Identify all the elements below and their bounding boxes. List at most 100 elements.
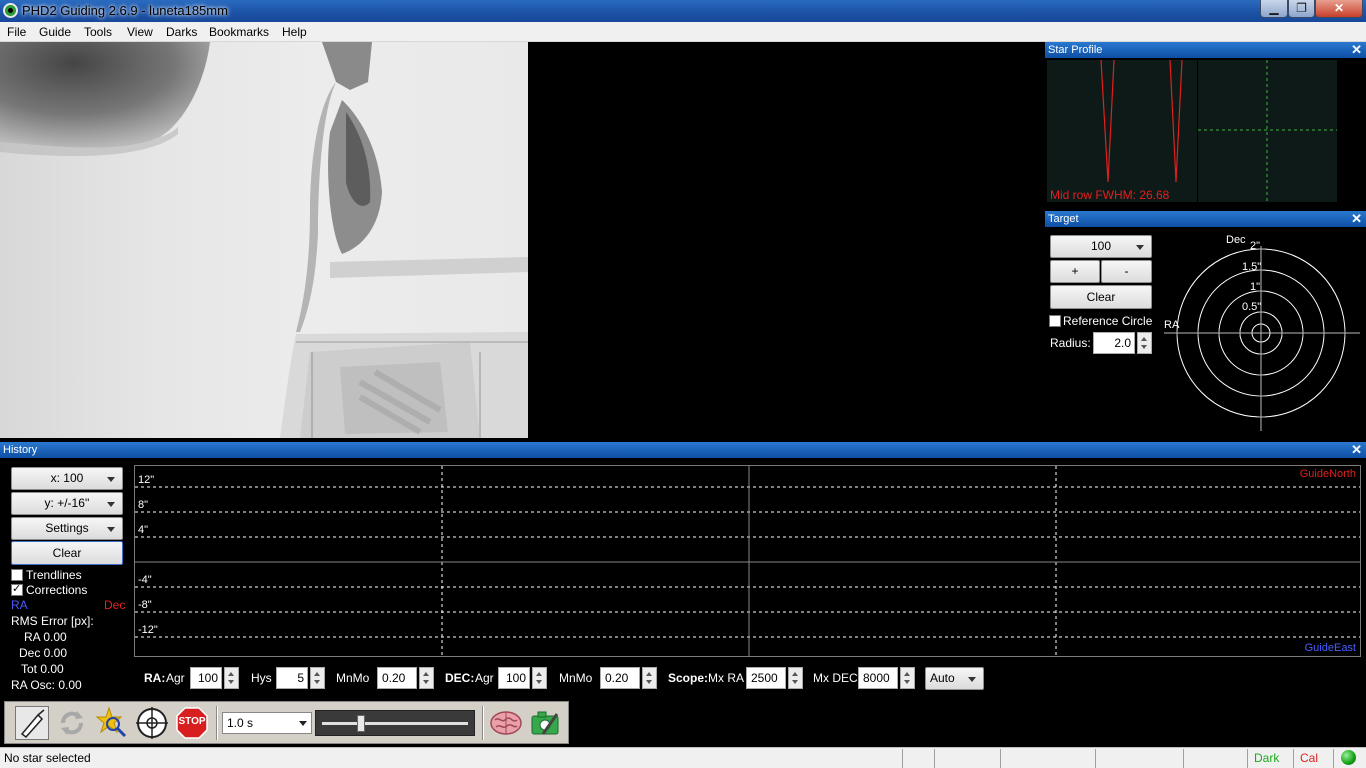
star-profile-graph: Mid row FWHM: 26.68 (1047, 59, 1197, 202)
history-y-value: y: +/-16'' (44, 496, 90, 510)
dec-mnmo-input[interactable]: 0.20 (600, 667, 640, 689)
status-separator (1183, 749, 1184, 768)
history-settings-dropdown[interactable]: Settings (11, 517, 123, 540)
cal-status: Cal (1300, 751, 1319, 765)
dec-param-label: DEC: (445, 671, 475, 685)
ra-hys-spinner[interactable] (310, 667, 325, 689)
history-settings-label: Settings (45, 521, 89, 535)
loop-exposure-button[interactable] (55, 706, 89, 740)
radius-input[interactable]: 2.0 (1093, 332, 1135, 354)
menu-tools[interactable]: Tools (84, 25, 112, 39)
close-icon[interactable]: ✕ (1351, 211, 1362, 227)
y-label-neg12: -12" (138, 624, 158, 636)
dec-agr-input[interactable]: 100 (498, 667, 530, 689)
star-profile-header: Star Profile ✕ (1045, 42, 1366, 58)
dec-agr-label: Agr (475, 671, 494, 685)
app-logo-icon (3, 3, 18, 18)
menu-darks[interactable]: Darks (166, 25, 197, 39)
ra-param-label: RA: (144, 671, 166, 685)
target-zoom-out-button[interactable]: - (1101, 260, 1152, 283)
ra-mnmo-label: MnMo (336, 671, 370, 685)
star-profile-curve (1100, 59, 1183, 183)
y-label-8: 8" (138, 499, 149, 511)
rms-error-title: RMS Error [px]: (11, 614, 94, 628)
toolbar-separator (216, 706, 218, 740)
close-icon[interactable]: ✕ (1351, 42, 1362, 58)
reference-circle-checkbox[interactable] (1049, 315, 1061, 327)
mxdec-input[interactable]: 8000 (858, 667, 898, 689)
camera-frame (0, 42, 528, 438)
mxra-input[interactable]: 2500 (746, 667, 786, 689)
ra-mnmo-spinner[interactable] (419, 667, 434, 689)
brain-settings-button[interactable] (489, 706, 523, 740)
close-icon[interactable]: ✕ (1351, 442, 1362, 458)
scope-param-label: Scope: (668, 671, 709, 685)
menu-file[interactable]: File (7, 25, 26, 39)
menu-help[interactable]: Help (282, 25, 307, 39)
status-separator (1095, 749, 1096, 768)
star-profile-panel: Mid row FWHM: 26.68 (1045, 58, 1366, 206)
menu-bookmarks[interactable]: Bookmarks (209, 25, 269, 39)
status-separator (1293, 749, 1294, 768)
ra-agr-input[interactable]: 100 (190, 667, 222, 689)
dec-mnmo-spinner[interactable] (642, 667, 657, 689)
legend-dec[interactable]: Dec (104, 598, 125, 612)
gamma-slider[interactable] (315, 710, 475, 736)
ra-agr-spinner[interactable] (224, 667, 239, 689)
status-separator (934, 749, 935, 768)
dec-agr-spinner[interactable] (532, 667, 547, 689)
ra-osc: RA Osc: 0.00 (11, 678, 82, 692)
crosshair-icon (136, 707, 168, 739)
ring-label-1-5: 1.5" (1242, 261, 1262, 273)
ra-mnmo-input[interactable]: 0.20 (377, 667, 417, 689)
menu-view[interactable]: View (127, 25, 153, 39)
ra-hys-label: Hys (251, 671, 272, 685)
y-label-4: 4" (138, 524, 149, 536)
use-guider-button[interactable] (15, 706, 49, 740)
stop-label: STOP (178, 716, 206, 727)
menu-bar: File Guide Tools View Darks Bookmarks He… (0, 22, 1366, 42)
mxra-spinner[interactable] (788, 667, 803, 689)
minimize-button[interactable]: ▁ (1260, 0, 1288, 18)
stop-button[interactable]: STOP (175, 706, 209, 740)
title-bar[interactable]: PHD2 Guiding 2.6.9 - luneta185mm ▁ ❐ ✕ (0, 0, 1366, 22)
chevron-down-icon (299, 721, 307, 726)
target-clear-button[interactable]: Clear (1050, 285, 1152, 309)
menu-guide[interactable]: Guide (39, 25, 71, 39)
camera-image[interactable] (0, 42, 528, 438)
exposure-dropdown[interactable]: 1.0 s (222, 712, 312, 734)
star-profile-title: Star Profile (1048, 44, 1103, 56)
slider-thumb[interactable] (357, 715, 366, 732)
history-clear-button[interactable]: Clear (11, 541, 123, 565)
target-zoom-in-button[interactable]: + (1050, 260, 1100, 283)
dec-mode-dropdown[interactable]: Auto (925, 667, 984, 690)
status-separator (1247, 749, 1248, 768)
status-bar: No star selected Dark Cal (0, 747, 1366, 768)
target-title: Target (1048, 213, 1079, 225)
slider-track (322, 722, 468, 725)
target-zoom-dropdown[interactable]: 100 (1050, 235, 1152, 258)
legend-ra[interactable]: RA (11, 598, 28, 612)
guide-button[interactable] (135, 706, 169, 740)
rms-tot: Tot 0.00 (21, 662, 64, 676)
maximize-button[interactable]: ❐ (1288, 0, 1315, 18)
radius-spinner[interactable] (1137, 332, 1152, 354)
target-header: Target ✕ (1045, 211, 1366, 227)
close-button[interactable]: ✕ (1315, 0, 1363, 18)
ring-label-2: 2" (1250, 240, 1261, 252)
status-message: No star selected (4, 751, 91, 765)
history-x-dropdown[interactable]: x: 100 (11, 467, 123, 490)
trendlines-checkbox[interactable] (11, 569, 23, 581)
mxdec-label: Mx DEC (813, 671, 858, 685)
guide-east-label: GuideEast (1304, 642, 1356, 654)
status-separator (902, 749, 903, 768)
corrections-checkbox[interactable] (11, 582, 23, 596)
crosshair (1198, 60, 1337, 202)
gear-equipment-button[interactable] (529, 706, 563, 740)
target-zoom-value: 100 (1090, 239, 1112, 253)
mxdec-spinner[interactable] (900, 667, 915, 689)
window-title: PHD2 Guiding 2.6.9 - luneta185mm (22, 3, 228, 18)
ra-hys-input[interactable]: 5 (276, 667, 308, 689)
history-y-dropdown[interactable]: y: +/-16'' (11, 492, 123, 515)
auto-select-star-button[interactable] (95, 706, 129, 740)
